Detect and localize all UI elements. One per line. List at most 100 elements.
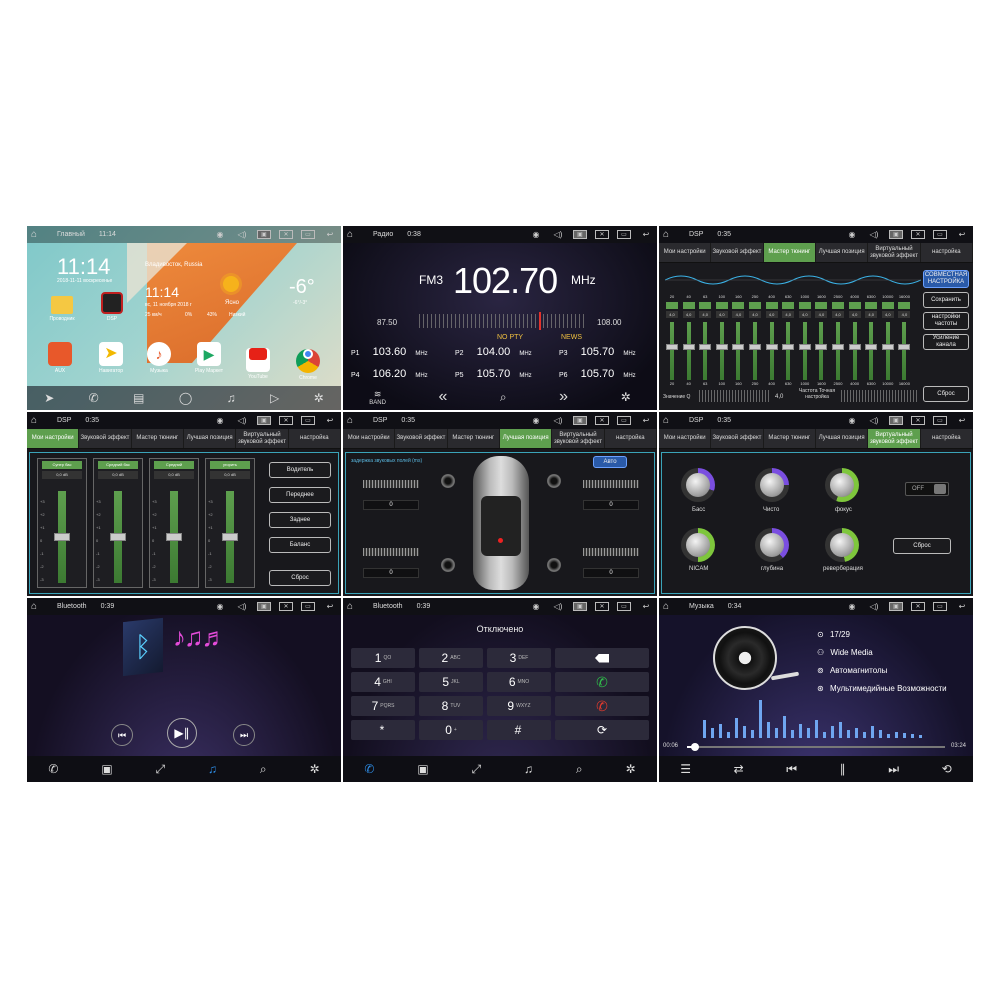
eq-band[interactable]: 160 4,0 160 (731, 294, 745, 388)
front-button[interactable]: Переднее (269, 487, 331, 503)
eq-band[interactable]: 250 4,0 250 (748, 294, 762, 388)
dial-key[interactable]: 4 GHI (351, 672, 415, 692)
tab-virtual-effect[interactable]: Виртуальный звуковой эффект (236, 429, 289, 448)
eq-band[interactable]: 6300 4,0 6300 (864, 294, 878, 388)
band-slider-track[interactable] (786, 322, 791, 380)
tab-settings[interactable]: настройка (921, 243, 973, 262)
back-icon[interactable]: ↩ (323, 602, 337, 611)
tab-sound-effect[interactable]: Звуковой эффект (711, 429, 764, 448)
circle-icon[interactable]: ◯ (179, 391, 192, 405)
band-slider-track[interactable] (869, 322, 874, 380)
app-file-manager[interactable]: Проводник (47, 296, 77, 322)
settings-icon[interactable]: ✲ (625, 762, 635, 776)
driver-button[interactable]: Водитель (269, 462, 331, 478)
reset-button[interactable]: Сброс (893, 538, 951, 554)
preset-p6[interactable]: P6 105.70 MHz (559, 368, 653, 384)
home-icon[interactable]: ⌂ (663, 601, 675, 612)
screenshot-icon[interactable]: ▣ (257, 230, 271, 239)
home-icon[interactable]: ⌂ (31, 229, 43, 240)
home-icon[interactable]: ⌂ (31, 601, 43, 612)
volume-icon[interactable]: ◁) (551, 230, 565, 239)
prev-track-icon[interactable]: ⏮ (786, 762, 797, 777)
play-pause-button[interactable]: ▶∥ (167, 718, 197, 748)
volume-icon[interactable]: ◁) (235, 602, 249, 611)
music-note-icon[interactable]: ♫ (227, 391, 236, 405)
app-youtube[interactable]: YouTube (241, 342, 275, 380)
volume-icon[interactable]: ◁) (235, 416, 249, 425)
eq-band[interactable]: 630 4,0 630 (781, 294, 795, 388)
band-slider-track[interactable] (686, 322, 691, 380)
reset-button[interactable]: Сброс (269, 570, 331, 586)
recent-apps-icon[interactable]: ▭ (617, 230, 631, 239)
settings-icon[interactable]: ✲ (314, 391, 324, 405)
preset-p5[interactable]: P5 105.70 MHz (455, 368, 549, 384)
close-app-icon[interactable]: ✕ (911, 416, 925, 425)
progress-thumb[interactable] (690, 743, 699, 751)
band-slider-track[interactable] (819, 322, 824, 380)
tab-best-position[interactable]: Лучшая позиция (816, 243, 869, 262)
contacts-icon[interactable]: ▣ (101, 762, 112, 776)
band-slider-track[interactable] (852, 322, 857, 380)
volume-icon[interactable]: ◁) (235, 230, 249, 239)
phone-icon[interactable]: ✆ (364, 762, 374, 776)
dial-key[interactable]: 2 ABC (419, 648, 483, 668)
tuning-scale[interactable] (419, 314, 585, 328)
tab-sound-effect[interactable]: Звуковой эффект (79, 429, 132, 448)
bluetooth-music-icon[interactable]: ♫ (208, 762, 217, 776)
volume-icon[interactable]: ◁) (867, 230, 881, 239)
app-chrome[interactable]: Chrome (291, 342, 325, 381)
back-icon[interactable]: ↩ (639, 230, 653, 239)
video-icon[interactable]: ▷ (270, 391, 279, 405)
tab-sound-effect[interactable]: Звуковой эффект (711, 243, 764, 262)
seek-forward-icon[interactable]: » (559, 388, 568, 406)
band-slider-thumb[interactable] (749, 344, 761, 350)
tab-settings[interactable]: настройка (605, 429, 657, 448)
back-icon[interactable]: ↩ (323, 230, 337, 239)
tab-settings[interactable]: настройка (289, 429, 341, 448)
search-icon[interactable]: ⌕ (576, 762, 583, 777)
band-slider-track[interactable] (902, 322, 907, 380)
tab-master-tuning[interactable]: Мастер тюнинг (132, 429, 184, 448)
tab-sound-effect[interactable]: Звуковой эффект (395, 429, 448, 448)
dial-key[interactable]: 1 QO (351, 648, 415, 668)
close-app-icon[interactable]: ✕ (279, 230, 293, 239)
recent-apps-icon[interactable]: ▭ (617, 602, 631, 611)
q-slider[interactable] (699, 390, 769, 402)
close-app-icon[interactable]: ✕ (911, 230, 925, 239)
volume-icon[interactable]: ◁) (551, 602, 565, 611)
band-slider-track[interactable] (836, 322, 840, 380)
recent-apps-icon[interactable]: ▭ (301, 230, 315, 239)
delay-slider-fr[interactable] (583, 480, 639, 488)
volume-icon[interactable]: ◁) (551, 416, 565, 425)
delay-slider-fl[interactable] (363, 480, 419, 488)
band-slider-thumb[interactable] (699, 344, 712, 350)
transfer-button[interactable]: ⟳ (555, 720, 649, 740)
band-slider-thumb[interactable] (765, 344, 778, 350)
tab-virtual-effect[interactable]: Виртуальный звуковой эффект (868, 429, 921, 448)
contacts-icon[interactable]: ▣ (417, 762, 428, 776)
band-slider-thumb[interactable] (782, 344, 795, 350)
eq-band[interactable]: 63 4,0 63 (698, 294, 712, 388)
auto-button[interactable]: Авто (593, 456, 627, 468)
tab-my-settings[interactable]: Мои настройки (659, 243, 712, 262)
band-slider-thumb[interactable] (865, 344, 878, 350)
tab-master-tuning[interactable]: Мастер тюнинг (764, 429, 816, 448)
home-icon[interactable]: ⌂ (347, 601, 359, 612)
screenshot-icon[interactable]: ▣ (257, 416, 271, 425)
settings-icon[interactable]: ✲ (309, 762, 319, 776)
eq-band[interactable]: 10000 4,0 10000 (881, 294, 895, 388)
shuffle-icon[interactable]: ⇄ (734, 762, 744, 776)
band-slider-track[interactable] (753, 322, 757, 380)
call-button[interactable]: ✆ (555, 672, 649, 692)
tab-master-tuning[interactable]: Мастер тюнинг (763, 243, 816, 262)
back-icon[interactable]: ↩ (639, 416, 653, 425)
band-slider-thumb[interactable] (666, 344, 678, 350)
back-icon[interactable]: ↩ (955, 602, 969, 611)
preset-p2[interactable]: P2 104.00 MHz (455, 346, 549, 362)
band-slider-thumb[interactable] (881, 344, 894, 350)
eq-band[interactable]: 20 4,0 20 (665, 294, 679, 388)
screenshot-icon[interactable]: ▣ (573, 416, 587, 425)
dial-key[interactable]: 5 JKL (419, 672, 483, 692)
dial-key[interactable]: 7 PQRS (351, 696, 415, 716)
band-slider-track[interactable] (885, 322, 890, 380)
